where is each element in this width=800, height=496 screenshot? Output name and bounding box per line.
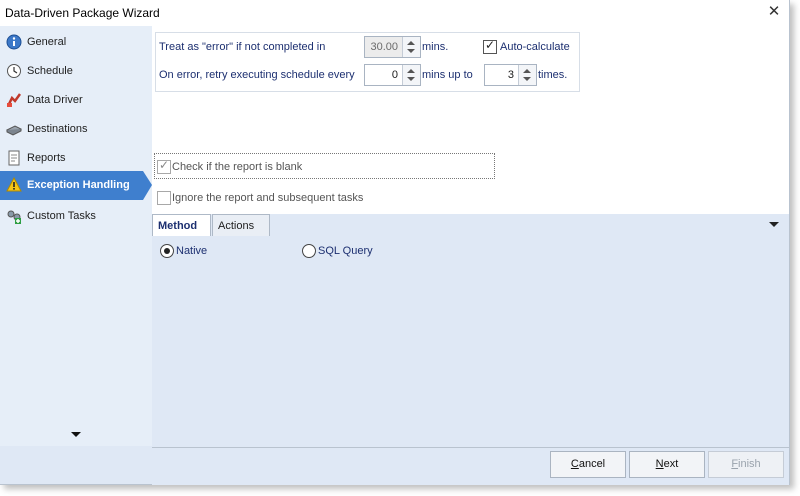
- checkmark-icon: ✓: [159, 158, 170, 172]
- button-label: ext: [663, 458, 679, 470]
- spin-down-icon[interactable]: [407, 49, 415, 53]
- button-label: ancel: [578, 458, 606, 470]
- mins-up-to-label: mins up to: [422, 69, 473, 81]
- check-blank-label: Check if the report is blank: [172, 161, 303, 173]
- data-driver-icon: [6, 93, 22, 107]
- tab-actions[interactable]: Actions: [212, 214, 270, 237]
- native-radio[interactable]: [160, 244, 174, 258]
- check-blank-checkbox[interactable]: ✓: [157, 158, 171, 174]
- sidebar-item-custom-tasks[interactable]: Custom Tasks: [0, 202, 148, 230]
- tab-dropdown-icon[interactable]: [769, 222, 779, 227]
- auto-calculate-checkbox[interactable]: ✓: [483, 38, 497, 54]
- retry-interval-stepper[interactable]: 0: [364, 64, 421, 86]
- sidebar-item-data-driver[interactable]: Data Driver: [0, 86, 148, 114]
- sidebar-item-label: Custom Tasks: [27, 210, 96, 222]
- spin-up-icon[interactable]: [407, 41, 415, 45]
- sidebar-item-destinations[interactable]: Destinations: [0, 115, 148, 143]
- sql-query-label: SQL Query: [318, 245, 373, 257]
- sidebar-item-exception-handling[interactable]: Exception Handling: [0, 171, 152, 200]
- accelerator-key: N: [655, 458, 664, 470]
- destinations-icon: [6, 125, 22, 136]
- wizard-sidebar: General Schedule Data Driver Destination…: [0, 26, 152, 446]
- timeout-unit-label: mins.: [422, 41, 449, 53]
- active-pointer: [143, 171, 152, 200]
- retry-times-value: 3: [507, 69, 514, 81]
- accelerator-key: C: [570, 458, 579, 470]
- sidebar-item-schedule[interactable]: Schedule: [0, 57, 148, 85]
- spin-down-icon[interactable]: [407, 77, 415, 81]
- radio-dot: [164, 248, 170, 254]
- reports-icon: [8, 150, 20, 166]
- ignore-report-checkbox[interactable]: [157, 191, 171, 205]
- retry-interval-spinner[interactable]: [402, 65, 420, 85]
- spin-down-icon[interactable]: [523, 77, 531, 81]
- next-button[interactable]: Next: [629, 451, 705, 478]
- title-bar: Data-Driven Package Wizard ✕: [0, 0, 789, 26]
- sql-query-radio[interactable]: [302, 244, 316, 258]
- native-label: Native: [176, 245, 208, 257]
- treat-as-error-label: Treat as "error" if not completed in: [159, 41, 326, 53]
- sidebar-item-label: General: [27, 36, 67, 48]
- cancel-button[interactable]: Cancel: [550, 451, 626, 478]
- auto-calculate-label: Auto-calculate: [500, 41, 570, 53]
- warning-icon: [6, 177, 22, 192]
- info-icon: [6, 34, 22, 50]
- close-icon[interactable]: ✕: [763, 2, 785, 22]
- retry-times-stepper[interactable]: 3: [484, 64, 537, 86]
- sidebar-item-label: Data Driver: [27, 94, 83, 106]
- spin-up-icon[interactable]: [407, 69, 415, 73]
- timeout-stepper[interactable]: 30.00: [364, 36, 421, 58]
- spin-up-icon[interactable]: [523, 69, 531, 73]
- ignore-report-label: Ignore the report and subsequent tasks: [172, 192, 364, 204]
- chevron-down-icon[interactable]: [71, 432, 81, 437]
- sidebar-item-label: Schedule: [27, 65, 73, 77]
- timeout-spinner[interactable]: [402, 37, 420, 57]
- timeout-value: 30.00: [370, 41, 398, 53]
- tab-method[interactable]: Method: [152, 214, 211, 237]
- tab-label: Method: [158, 220, 198, 232]
- sidebar-item-general[interactable]: General: [0, 28, 148, 56]
- times-label: times.: [538, 69, 568, 81]
- method-panel: [152, 236, 789, 447]
- sidebar-item-label: Reports: [27, 152, 66, 164]
- retry-label: On error, retry executing schedule every: [159, 69, 355, 81]
- finish-button[interactable]: Finish: [708, 451, 784, 478]
- checkmark-icon: ✓: [485, 38, 496, 52]
- clock-icon: [7, 64, 21, 78]
- sidebar-item-label: Exception Handling: [27, 179, 130, 191]
- custom-tasks-icon: [7, 210, 21, 224]
- tab-label: Actions: [218, 220, 255, 232]
- sidebar-item-reports[interactable]: Reports: [0, 144, 148, 172]
- retry-times-spinner[interactable]: [518, 65, 536, 85]
- button-label: inish: [738, 458, 761, 470]
- retry-interval-value: 0: [391, 69, 398, 81]
- window-title: Data-Driven Package Wizard: [5, 6, 160, 20]
- sidebar-item-label: Destinations: [27, 123, 88, 135]
